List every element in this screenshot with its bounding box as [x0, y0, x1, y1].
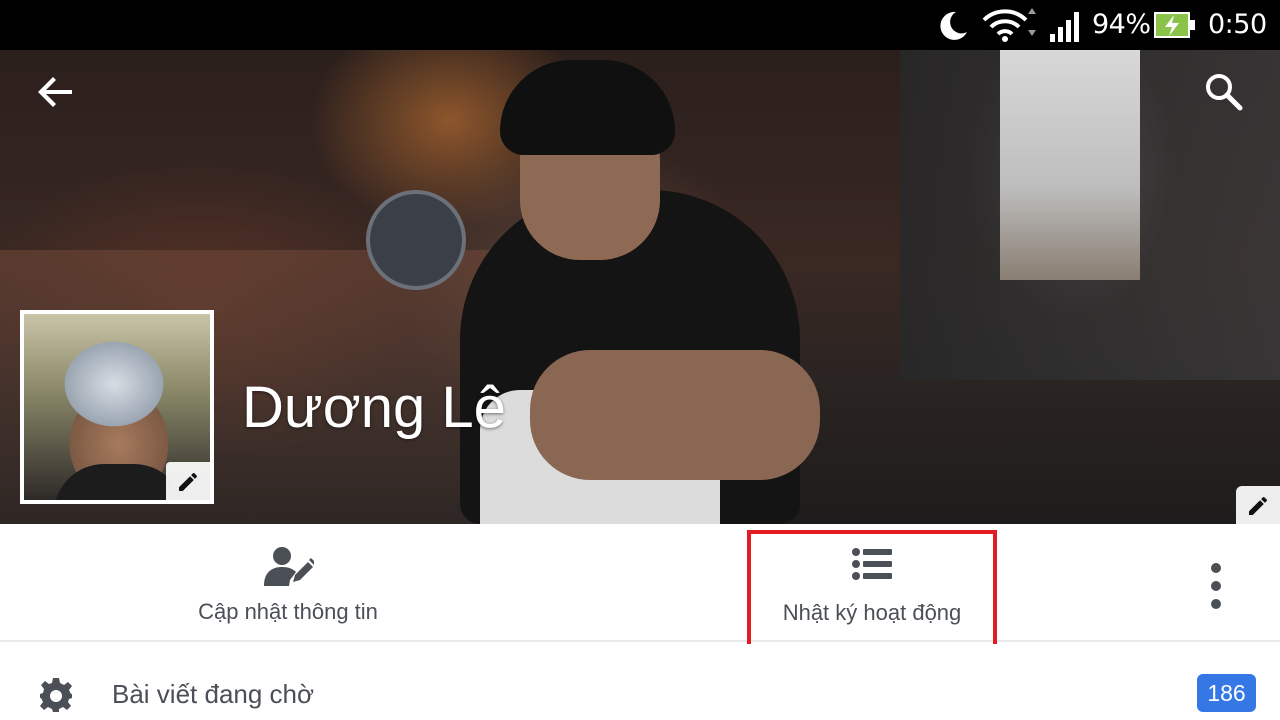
back-button[interactable]: [32, 68, 80, 116]
cover-person-arms: [530, 350, 820, 480]
pending-posts-count-badge: 186: [1197, 674, 1256, 712]
cover-scooter-mirror: [366, 190, 466, 290]
cover-background-door: [1000, 50, 1140, 280]
more-vertical-icon: [1211, 563, 1221, 609]
gear-icon: [40, 678, 72, 712]
pencil-icon: [179, 472, 198, 491]
activity-log-button[interactable]: Nhật ký hoạt động: [747, 530, 997, 651]
more-options-button[interactable]: [1196, 562, 1236, 610]
wifi-icon: [982, 8, 1036, 42]
status-bar: 94% 0:50: [0, 0, 1280, 50]
activity-log-label: Nhật ký hoạt động: [782, 600, 962, 625]
update-info-label: Cập nhật thông tin: [198, 599, 378, 624]
battery-charging-icon: [1154, 12, 1195, 38]
list-icon: [852, 548, 892, 580]
profile-photo-body: [54, 464, 184, 500]
person-edit-icon: [264, 547, 314, 586]
pending-posts-label: Bài viết đang chờ: [112, 679, 315, 709]
moon-icon: [940, 11, 967, 40]
search-button[interactable]: [1200, 68, 1248, 116]
battery-percentage: 94%: [1092, 9, 1151, 40]
search-icon: [1206, 74, 1243, 111]
cover-person-hair: [500, 60, 675, 155]
profile-action-bar: Cập nhật thông tin Nhật ký hoạt động: [0, 524, 1280, 651]
signal-icon: [1050, 12, 1079, 42]
pending-posts-row[interactable]: Bài viết đang chờ 186: [0, 644, 1280, 720]
edit-profile-picture-button[interactable]: [166, 462, 212, 502]
profile-name: Dương Lê: [242, 375, 506, 440]
pencil-icon: [1249, 496, 1268, 515]
clock: 0:50: [1208, 9, 1267, 40]
arrow-left-icon: [38, 77, 72, 107]
update-info-button[interactable]: Cập nhật thông tin: [150, 524, 426, 642]
edit-cover-photo-button[interactable]: [1236, 486, 1280, 524]
